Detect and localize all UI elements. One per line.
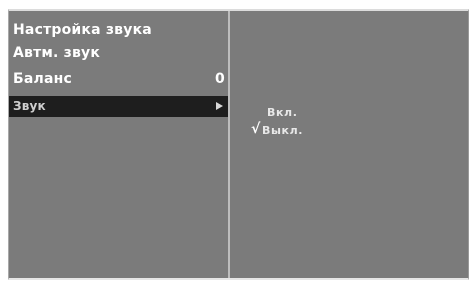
submenu-arrow-icon xyxy=(216,102,223,110)
menu-item-sound[interactable]: Звук xyxy=(9,96,228,117)
menu-item-label: Звук xyxy=(13,99,46,113)
menu-item-balance[interactable]: Баланс 0 xyxy=(9,69,228,90)
menu-item-auto-sound[interactable]: Автм. звук xyxy=(9,43,228,64)
balance-value: 0 xyxy=(215,71,225,87)
option-off[interactable]: Выкл. xyxy=(262,124,303,138)
menu-item-label: Автм. звук xyxy=(13,45,101,61)
menu-item-sound-setup[interactable]: Настройка звука xyxy=(9,20,228,41)
sound-settings-osd: Настройка звука Автм. звук Баланс 0 Звук… xyxy=(8,9,469,280)
checkmark-icon: √ xyxy=(251,121,261,137)
menu-item-label: Баланс xyxy=(13,71,72,87)
submenu-panel: Вкл. √ Выкл. xyxy=(230,11,468,278)
menu-panel: Настройка звука Автм. звук Баланс 0 Звук xyxy=(9,11,228,278)
option-on[interactable]: Вкл. xyxy=(267,106,298,120)
menu-item-label: Настройка звука xyxy=(13,22,152,38)
